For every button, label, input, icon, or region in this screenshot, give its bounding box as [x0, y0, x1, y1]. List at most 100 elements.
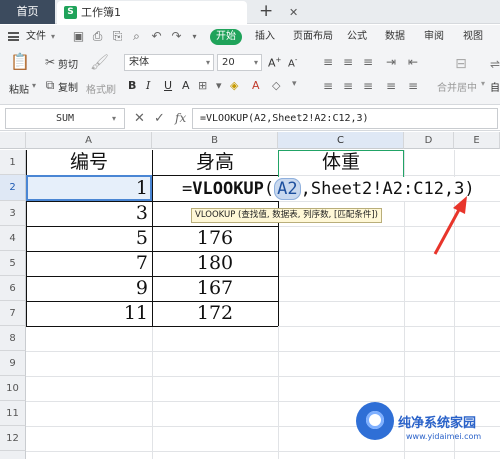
increase-font-icon[interactable]: A+ [268, 56, 281, 70]
name-box-dropdown-icon[interactable]: ▾ [112, 108, 116, 129]
insert-function-icon[interactable]: fx [175, 108, 186, 129]
outdent-icon[interactable]: ⇤ [408, 55, 418, 69]
tab-home[interactable]: 首页 [0, 0, 55, 24]
row-header[interactable]: 8 [0, 326, 26, 351]
row-header[interactable]: 3 [0, 201, 26, 226]
cell-b6[interactable]: 167 [152, 276, 278, 301]
align-bottom-icon[interactable]: ≡ [363, 55, 373, 69]
redo-icon[interactable]: ↷ [170, 30, 183, 43]
formula-input[interactable]: =VLOOKUP(A2,Sheet2!A2:C12,3) [192, 108, 498, 129]
strikethrough-icon[interactable]: A [182, 79, 190, 92]
new-tab-button[interactable]: + [259, 0, 273, 22]
cancel-formula-icon[interactable]: ✕ [134, 108, 145, 129]
header-height[interactable]: 身高 [152, 150, 278, 175]
copy-button[interactable]: 复制 [58, 79, 78, 94]
cut-button[interactable]: 剪切 [58, 56, 78, 71]
column-header-e[interactable]: E [454, 132, 500, 149]
cell-b7[interactable]: 172 [152, 301, 278, 326]
cell-a3[interactable]: 3 [26, 201, 152, 226]
merge-center-button[interactable]: 合并居中 [437, 79, 477, 94]
cell-a6[interactable]: 9 [26, 276, 152, 301]
cell-a5[interactable]: 7 [26, 251, 152, 276]
row-header[interactable]: 4 [0, 226, 26, 251]
row-header[interactable]: 2 [0, 175, 26, 201]
menu-formulas[interactable]: 公式 [347, 25, 367, 49]
align-right-icon[interactable]: ≡ [363, 79, 373, 93]
row-header[interactable]: 7 [0, 301, 26, 326]
name-box[interactable]: SUM [5, 108, 125, 129]
format-painter-icon[interactable]: 🖌 [90, 55, 109, 70]
row-header[interactable]: 5 [0, 251, 26, 276]
column-header-a[interactable]: A [26, 132, 152, 149]
cell-a2[interactable]: 1 [26, 176, 152, 201]
row-header[interactable]: 6 [0, 276, 26, 301]
column-header-b[interactable]: B [152, 132, 278, 149]
merge-dropdown-icon[interactable]: ▾ [481, 79, 485, 88]
more-dropdown-icon[interactable]: ▾ [188, 30, 201, 43]
ribbon: 📋 粘贴 ▾ ✂ 剪切 ⧉ 复制 🖌 格式刷 宋体 ▾ 20 ▾ A+ A- B… [0, 49, 500, 105]
preview-icon[interactable]: ⌕ [130, 30, 143, 43]
watermark-logo-icon [356, 402, 394, 440]
confirm-formula-icon[interactable]: ✓ [154, 108, 165, 129]
row-header[interactable]: 9 [0, 351, 26, 376]
decrease-font-icon[interactable]: A- [288, 56, 297, 69]
save-icon[interactable]: ▣ [72, 30, 85, 43]
fill-color-icon[interactable]: ◈ [230, 79, 238, 92]
justify-icon[interactable]: ≡ [386, 79, 396, 93]
menu-file-dropdown-icon[interactable]: ▾ [51, 25, 55, 49]
font-size-select[interactable]: 20 ▾ [217, 54, 262, 71]
cell-a7[interactable]: 11 [26, 301, 152, 326]
row-header[interactable]: 10 [0, 376, 26, 401]
indent-icon[interactable]: ⇥ [386, 55, 396, 69]
format-painter-button[interactable]: 格式刷 [86, 81, 116, 96]
bold-icon[interactable]: B [128, 79, 136, 92]
row-header[interactable]: 1 [0, 150, 26, 175]
column-header-d[interactable]: D [404, 132, 454, 149]
menu-data[interactable]: 数据 [385, 25, 405, 49]
paste-dropdown-icon[interactable]: ▾ [32, 81, 36, 90]
print-icon[interactable]: ⎘ [111, 30, 124, 43]
align-left-icon[interactable]: ≡ [323, 79, 333, 93]
wrap-text-icon: ⇌ [489, 57, 500, 71]
row-header[interactable]: 12 [0, 426, 26, 451]
align-top-icon[interactable]: ≡ [323, 55, 333, 69]
font-color-icon[interactable]: A [252, 79, 260, 92]
border-dropdown-icon[interactable]: ▾ [216, 79, 222, 92]
paste-button[interactable]: 粘贴 [9, 81, 29, 96]
align-middle-icon[interactable]: ≡ [343, 55, 353, 69]
underline-icon[interactable]: U [164, 79, 172, 92]
header-weight[interactable]: 体重 [278, 150, 404, 175]
menu-file[interactable]: 文件 [26, 25, 46, 49]
arrow-head [453, 196, 467, 214]
tab-workbook[interactable]: S 工作簿1 ✕ [57, 1, 298, 24]
select-all-corner[interactable] [0, 132, 26, 149]
cell-b5[interactable]: 180 [152, 251, 278, 276]
paste-icon[interactable]: 📋 [10, 54, 30, 70]
export-icon[interactable]: ⎙ [91, 30, 104, 43]
font-name-value: 宋体 [129, 57, 149, 68]
close-tab-icon[interactable]: ✕ [289, 1, 298, 25]
cell-a4[interactable]: 5 [26, 226, 152, 251]
cell-b4[interactable]: 176 [152, 226, 278, 251]
align-center-icon[interactable]: ≡ [343, 79, 353, 93]
distributed-icon[interactable]: ≡ [408, 79, 418, 93]
border-icon[interactable]: ⊞ [198, 79, 207, 92]
menu-insert[interactable]: 插入 [255, 25, 275, 49]
header-id[interactable]: 编号 [26, 150, 152, 175]
menu-view[interactable]: 视图 [463, 25, 483, 49]
table-border [26, 326, 278, 327]
formula-reference-a2[interactable]: A2 [274, 178, 301, 200]
row-header[interactable]: 11 [0, 401, 26, 426]
clear-dropdown-icon[interactable]: ▾ [292, 79, 297, 89]
hamburger-icon[interactable] [8, 32, 19, 41]
italic-icon[interactable]: I [146, 79, 150, 92]
menu-review[interactable]: 审阅 [424, 25, 444, 49]
auto-wrap-button[interactable]: 自 [490, 79, 500, 94]
row-header[interactable]: 13 [0, 451, 26, 459]
menu-page-layout[interactable]: 页面布局 [293, 25, 333, 49]
font-name-select[interactable]: 宋体 ▾ [124, 54, 214, 71]
undo-icon[interactable]: ↶ [150, 30, 163, 43]
menu-start[interactable]: 开始 [210, 29, 242, 45]
clear-format-icon[interactable]: ◇ [272, 79, 280, 92]
column-header-c[interactable]: C [278, 132, 404, 149]
